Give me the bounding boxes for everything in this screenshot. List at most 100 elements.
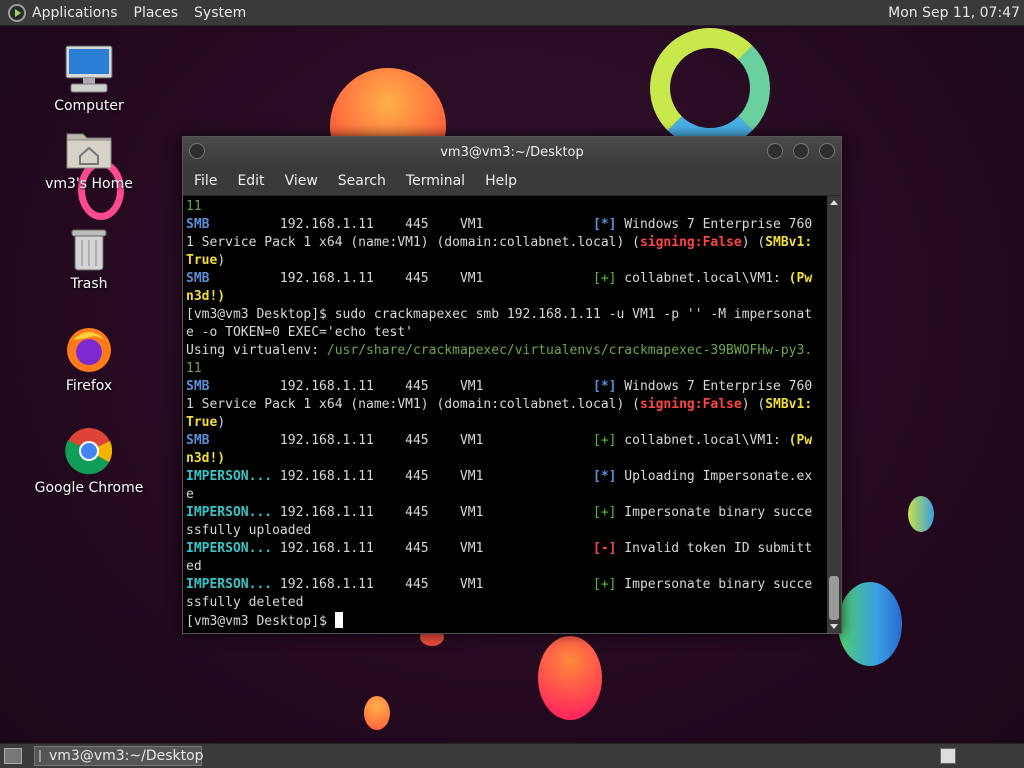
terminal-text: [+] (593, 505, 617, 520)
terminal-text: IMPERSON... (186, 469, 273, 484)
terminal-text: 192.168.1.11 445 VM1 (272, 469, 593, 484)
desktop-icon-label: Firefox (65, 378, 113, 394)
terminal-line: ed (186, 558, 827, 576)
workspace-switcher[interactable] (940, 748, 956, 764)
terminal-text: signing:False (639, 235, 742, 250)
terminal-line: ssfully deleted (186, 594, 827, 612)
terminal-text: 192.168.1.11 445 VM1 (272, 505, 593, 520)
terminal-line: 11 (186, 360, 827, 378)
terminal-text: IMPERSON... (186, 541, 273, 556)
terminal-text: ssfully deleted (186, 595, 304, 610)
maximize-button[interactable] (793, 143, 809, 159)
terminal-line: True) (186, 252, 827, 270)
top-panel: Applications Places System Mon Sep 11, 0… (0, 0, 1024, 26)
desktop-icon-label: Google Chrome (34, 480, 144, 496)
terminal-text: Impersonate binary succe (616, 577, 813, 592)
menu-view[interactable]: View (285, 173, 318, 189)
computer-icon (65, 45, 113, 93)
terminal-line: Using virtualenv: /usr/share/crackmapexe… (186, 342, 827, 360)
terminal-text: 192.168.1.11 445 VM1 (209, 433, 593, 448)
window-menu-button[interactable] (189, 143, 205, 159)
show-desktop-icon[interactable] (4, 748, 22, 764)
terminal-text: IMPERSON... (186, 505, 273, 520)
distro-logo-icon[interactable] (8, 3, 26, 22)
terminal-text: n3d!) (186, 451, 226, 466)
scroll-down-arrow-icon[interactable] (830, 624, 838, 629)
clock[interactable]: Mon Sep 11, 07:47 (888, 5, 1020, 21)
terminal-text: collabnet.local\VM1: (616, 271, 789, 286)
terminal-text: 11 (186, 361, 202, 376)
terminal-text: [*] (593, 379, 617, 394)
terminal-text: ed (186, 559, 202, 574)
terminal-line: IMPERSON... 192.168.1.11 445 VM1 [-] Inv… (186, 540, 827, 558)
window-title: vm3@vm3:~/Desktop (440, 144, 584, 160)
terminal-text: SMBv1: (765, 397, 813, 412)
terminal-text: True (186, 253, 218, 268)
terminal-text: Impersonate binary succe (616, 505, 813, 520)
menu-edit[interactable]: Edit (237, 173, 264, 189)
desktop-icon-computer[interactable]: Computer (34, 44, 144, 114)
terminal-text: ) ( (741, 235, 766, 250)
terminal-line: IMPERSON... 192.168.1.11 445 VM1 [+] Imp… (186, 576, 827, 594)
terminal-line: SMB 192.168.1.11 445 VM1 [*] Windows 7 E… (186, 378, 827, 396)
terminal-line: SMB 192.168.1.11 445 VM1 [+] collabnet.l… (186, 432, 827, 450)
terminal-line: e (186, 486, 827, 504)
scroll-thumb[interactable] (829, 576, 839, 620)
system-menu[interactable]: System (194, 5, 246, 21)
desktop-icon-trash[interactable]: Trash (34, 226, 144, 292)
terminal-text: (Pw (788, 433, 813, 448)
terminal-text: SMB (186, 379, 210, 394)
places-menu[interactable]: Places (134, 5, 179, 21)
desktop-icon-label: Trash (70, 276, 108, 292)
terminal-line: SMB 192.168.1.11 445 VM1 [+] collabnet.l… (186, 270, 827, 288)
terminal-line: 1 Service Pack 1 x64 (name:VM1) (domain:… (186, 234, 827, 252)
terminal-text: Uploading Impersonate.ex (616, 469, 813, 484)
decorative-red-blob (538, 636, 602, 720)
terminal-text: 192.168.1.11 445 VM1 (272, 577, 593, 592)
terminal-text: Windows 7 Enterprise 760 (616, 379, 813, 394)
menu-search[interactable]: Search (338, 173, 386, 189)
close-button[interactable] (819, 143, 835, 159)
terminal-output[interactable]: 11 SMB 192.168.1.11 445 VM1 [*] Windows 7… (183, 196, 827, 633)
menu-help[interactable]: Help (485, 173, 517, 189)
terminal-line: IMPERSON... 192.168.1.11 445 VM1 [+] Imp… (186, 504, 827, 522)
terminal-prompt-line[interactable]: [vm3@vm3 Desktop]$ (186, 612, 827, 631)
terminal-window[interactable]: vm3@vm3:~/Desktop File Edit View Search … (182, 136, 842, 634)
minimize-button[interactable] (767, 143, 783, 159)
terminal-line: ssfully uploaded (186, 522, 827, 540)
taskbar-item-label: vm3@vm3:~/Desktop (49, 748, 204, 764)
firefox-icon (67, 328, 111, 372)
terminal-scrollbar[interactable] (827, 196, 841, 633)
desktop-icon-chrome[interactable]: Google Chrome (34, 426, 144, 496)
terminal-text: [*] (593, 469, 617, 484)
window-titlebar[interactable]: vm3@vm3:~/Desktop (183, 137, 841, 167)
bottom-panel: vm3@vm3:~/Desktop (0, 743, 1024, 768)
desktop-icon-firefox[interactable]: Firefox (34, 326, 144, 394)
terminal-text: 192.168.1.11 445 VM1 (209, 271, 593, 286)
terminal-cursor (334, 612, 343, 628)
scroll-up-arrow-icon[interactable] (830, 200, 838, 205)
menu-file[interactable]: File (194, 173, 217, 189)
decorative-small-orange-blob (364, 696, 390, 730)
terminal-line: n3d!) (186, 450, 827, 468)
terminal-text: signing:False (639, 397, 742, 412)
terminal-text: ) ( (741, 397, 766, 412)
menu-terminal[interactable]: Terminal (406, 173, 465, 189)
terminal-text: True (186, 415, 218, 430)
taskbar-item-terminal[interactable]: vm3@vm3:~/Desktop (34, 746, 204, 766)
desktop-icon-home[interactable]: vm3's Home (34, 128, 144, 192)
terminal-text: [+] (593, 433, 617, 448)
applications-menu[interactable]: Applications (32, 5, 118, 21)
terminal-text: /usr/share/crackmapexec/virtualenvs/crac… (326, 343, 813, 358)
decorative-ring (650, 28, 770, 148)
terminal-line: e -o TOKEN=0 EXEC='echo test' (186, 324, 827, 342)
terminal-text: [+] (593, 577, 617, 592)
terminal-text: Using virtualenv: (186, 343, 327, 358)
trash-icon (71, 229, 107, 271)
terminal-text: 1 Service Pack 1 x64 (name:VM1) (domain:… (186, 397, 640, 412)
terminal-text: SMB (186, 433, 210, 448)
terminal-text: [*] (593, 217, 617, 232)
terminal-text: SMB (186, 271, 210, 286)
terminal-text: Invalid token ID submitt (616, 541, 813, 556)
terminal-line: True) (186, 414, 827, 432)
